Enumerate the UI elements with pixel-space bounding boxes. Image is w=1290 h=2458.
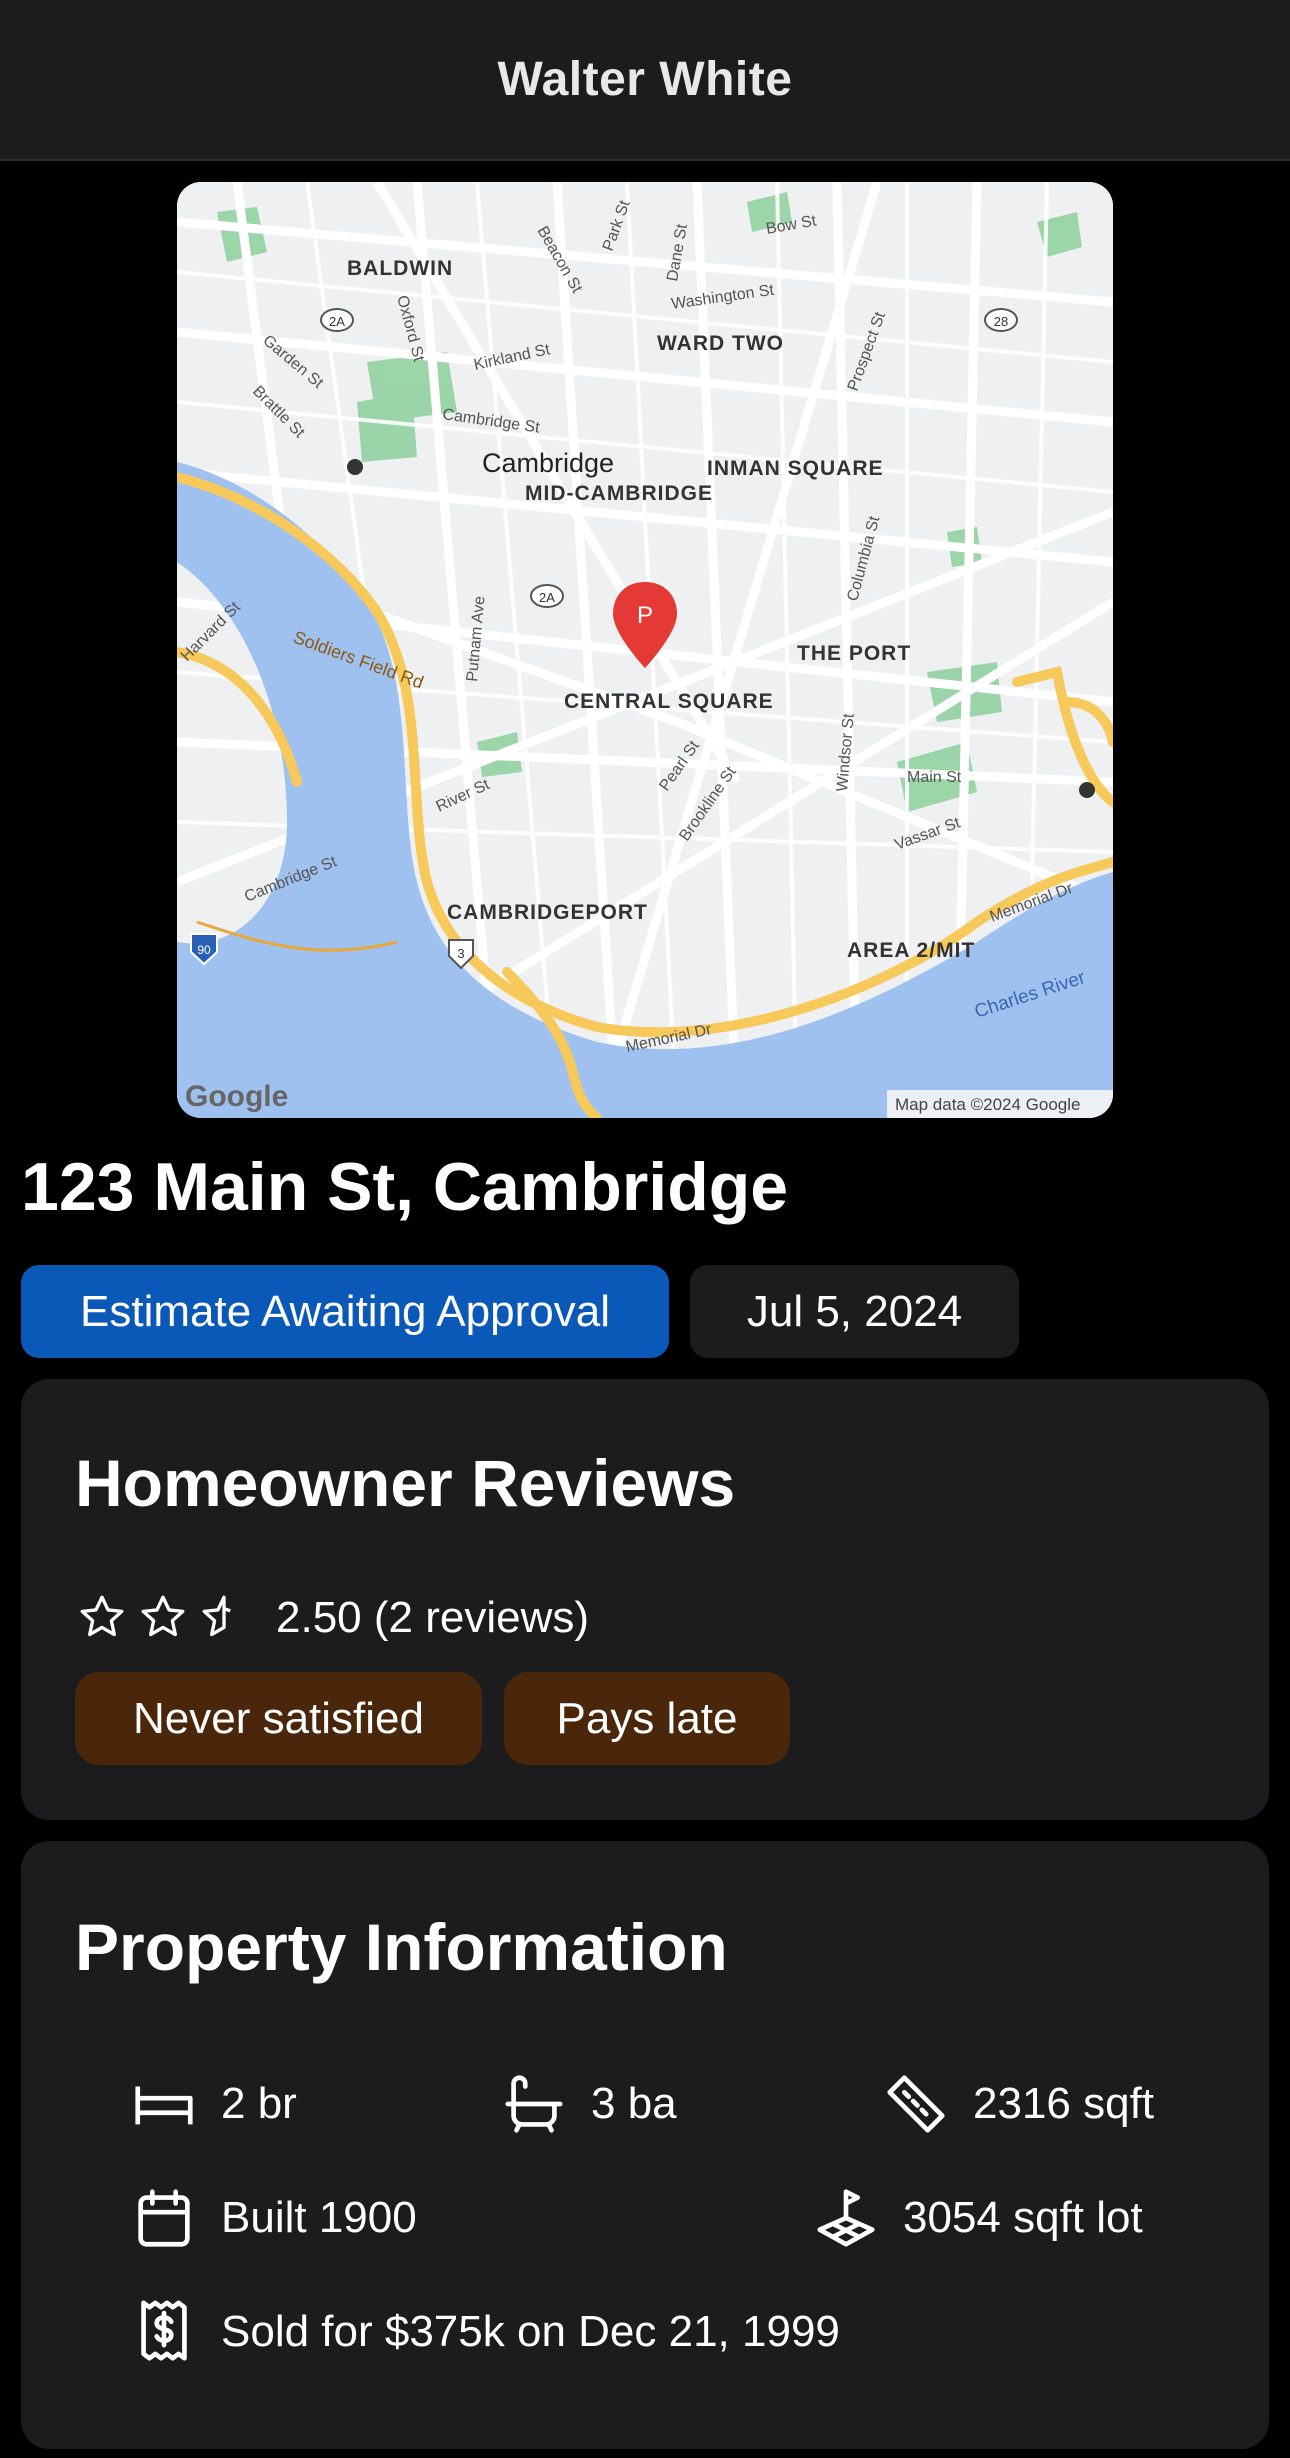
map-attribution: Map data ©2024 Google bbox=[895, 1095, 1081, 1114]
svg-text:90: 90 bbox=[197, 943, 211, 957]
map-label-ward-two: WARD TWO bbox=[657, 332, 784, 355]
map-label-inman-square: INMAN SQUARE bbox=[707, 457, 884, 480]
lot-icon bbox=[817, 2189, 875, 2247]
star-half-icon bbox=[202, 1595, 231, 1637]
status-badge[interactable]: Estimate Awaiting Approval bbox=[21, 1265, 669, 1358]
bathtub-icon bbox=[505, 2075, 563, 2133]
map-label-cambridge: Cambridge bbox=[482, 448, 614, 478]
rating-text: 2.50 (2 reviews) bbox=[276, 1593, 590, 1642]
bathrooms-text: 3 ba bbox=[591, 2079, 677, 2128]
route-shield-2a-2: 2A bbox=[530, 584, 564, 608]
map-label-mid-cambridge: MID-CAMBRIDGE bbox=[525, 482, 713, 505]
receipt-icon bbox=[141, 2300, 187, 2361]
map-label-cambridgeport: CAMBRIDGEPORT bbox=[447, 901, 648, 924]
property-address: 123 Main St, Cambridge bbox=[21, 1149, 789, 1225]
built-info: Built 1900 bbox=[129, 2183, 417, 2253]
reviews-card: Homeowner Reviews 2.50 (2 reviews) Never… bbox=[21, 1379, 1269, 1820]
area-info: 2316 sqft bbox=[881, 2069, 1154, 2139]
header-title: Walter White bbox=[497, 53, 793, 106]
google-logo: Google bbox=[185, 1080, 288, 1113]
svg-text:2A: 2A bbox=[539, 590, 555, 605]
lot-info: 3054 sqft lot bbox=[811, 2183, 1143, 2253]
property-info-card: Property Information 2 br 3 ba 2316 sqft… bbox=[21, 1841, 1269, 2449]
bed-icon bbox=[135, 2086, 193, 2125]
review-tag: Never satisfied bbox=[75, 1672, 482, 1765]
map-label-central-square: CENTRAL SQUARE bbox=[564, 690, 774, 713]
bedrooms-text: 2 br bbox=[221, 2079, 297, 2128]
sale-info: Sold for $375k on Dec 21, 1999 bbox=[129, 2297, 840, 2367]
route-shield-28: 28 bbox=[984, 308, 1018, 332]
map-label-the-port: THE PORT bbox=[797, 642, 911, 665]
star-outline-icon bbox=[80, 1595, 124, 1637]
transit-icon-2 bbox=[1079, 782, 1095, 798]
svg-text:28: 28 bbox=[994, 314, 1008, 329]
property-map[interactable]: BALDWIN WARD TWO INMAN SQUARE MID-CAMBRI… bbox=[177, 182, 1113, 1118]
bathrooms-info: 3 ba bbox=[499, 2069, 677, 2139]
bedrooms-info: 2 br bbox=[129, 2069, 297, 2139]
svg-text:3: 3 bbox=[457, 946, 464, 961]
svg-text:2A: 2A bbox=[329, 314, 345, 329]
map-label-baldwin: BALDWIN bbox=[347, 257, 453, 280]
sale-text: Sold for $375k on Dec 21, 1999 bbox=[221, 2307, 840, 2356]
ruler-icon bbox=[887, 2075, 945, 2133]
rating-stars bbox=[77, 1592, 249, 1642]
transit-icon bbox=[347, 459, 363, 475]
route-shield-2a: 2A bbox=[320, 308, 354, 332]
lot-text: 3054 sqft lot bbox=[903, 2193, 1143, 2242]
map-street-main-st: Main St bbox=[907, 769, 962, 786]
map-pin-label: P bbox=[637, 602, 653, 629]
map-label-area2-mit: AREA 2/MIT bbox=[847, 939, 975, 962]
property-info-title: Property Information bbox=[75, 1910, 728, 1984]
review-tag: Pays late bbox=[504, 1672, 790, 1765]
reviews-title: Homeowner Reviews bbox=[75, 1446, 736, 1520]
date-badge: Jul 5, 2024 bbox=[690, 1265, 1019, 1358]
star-outline-icon bbox=[141, 1595, 185, 1637]
app-header: Walter White bbox=[0, 0, 1290, 161]
area-text: 2316 sqft bbox=[973, 2079, 1155, 2128]
built-text: Built 1900 bbox=[221, 2193, 417, 2242]
calendar-icon bbox=[138, 2189, 190, 2247]
